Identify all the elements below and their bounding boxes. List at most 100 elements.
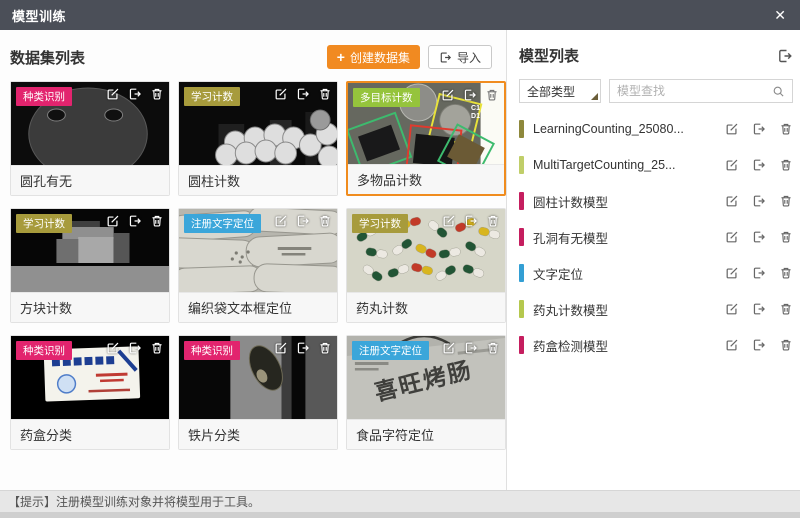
edit-icon[interactable] (106, 214, 120, 228)
dataset-thumbnail: 多目标计数 C1 D1 (348, 83, 504, 164)
dataset-title: 编织袋文本框定位 (179, 292, 337, 322)
dataset-panel-title: 数据集列表 (10, 47, 85, 68)
model-type-filter[interactable]: 全部类型 (519, 79, 601, 103)
dataset-type-badge: 种类识别 (16, 87, 72, 106)
model-list-item[interactable]: 文字定位 (519, 255, 793, 291)
delete-icon[interactable] (779, 302, 793, 316)
model-list-item[interactable]: LearningCounting_25080... (519, 111, 793, 147)
delete-icon[interactable] (485, 88, 499, 102)
model-color-bar (519, 228, 524, 246)
model-color-bar (519, 192, 524, 210)
delete-icon[interactable] (779, 122, 793, 136)
dataset-type-badge: 学习计数 (16, 214, 72, 233)
content-area: 数据集列表 + 创建数据集 导入 (0, 30, 800, 490)
delete-icon[interactable] (779, 338, 793, 352)
edit-icon[interactable] (442, 341, 456, 355)
model-name: 文字定位 (533, 264, 716, 283)
close-icon[interactable]: ✕ (774, 8, 786, 22)
hint-text: 【提示】注册模型训练对象并将模型用于工具。 (8, 493, 260, 510)
edit-icon[interactable] (441, 88, 455, 102)
delete-icon[interactable] (318, 214, 332, 228)
edit-icon[interactable] (106, 87, 120, 101)
export-icon[interactable] (752, 338, 766, 352)
export-icon[interactable] (128, 214, 142, 228)
edit-icon[interactable] (725, 158, 739, 172)
export-icon[interactable] (463, 88, 477, 102)
dataset-title: 圆柱计数 (179, 165, 337, 195)
export-icon[interactable] (296, 341, 310, 355)
delete-icon[interactable] (779, 158, 793, 172)
delete-icon[interactable] (779, 266, 793, 280)
delete-icon[interactable] (486, 341, 500, 355)
dataset-card[interactable]: 种类识别 圆孔有无 (10, 81, 170, 196)
dataset-title: 多物品计数 (348, 164, 504, 194)
model-list-item[interactable]: 药丸计数模型 (519, 291, 793, 327)
dataset-type-badge: 注册文字定位 (184, 214, 261, 233)
edit-icon[interactable] (725, 302, 739, 316)
edit-icon[interactable] (725, 122, 739, 136)
model-list-item[interactable]: 圆柱计数模型 (519, 183, 793, 219)
delete-icon[interactable] (150, 87, 164, 101)
edit-icon[interactable] (106, 341, 120, 355)
export-icon[interactable] (464, 341, 478, 355)
export-icon[interactable] (128, 341, 142, 355)
search-icon (772, 85, 785, 98)
delete-icon[interactable] (318, 341, 332, 355)
dataset-title: 药盒分类 (11, 419, 169, 449)
delete-icon[interactable] (150, 214, 164, 228)
export-icon[interactable] (464, 214, 478, 228)
export-icon[interactable] (752, 302, 766, 316)
edit-icon[interactable] (442, 214, 456, 228)
dataset-card[interactable]: 种类识别 铁片分类 (178, 335, 338, 450)
dataset-title: 食品字符定位 (347, 419, 505, 449)
export-icon[interactable] (752, 122, 766, 136)
export-icon[interactable] (128, 87, 142, 101)
edit-icon[interactable] (274, 341, 288, 355)
dataset-card[interactable]: 喜旺烤肠 注册文字定位 食品字符定位 (346, 335, 506, 450)
delete-icon[interactable] (779, 230, 793, 244)
edit-icon[interactable] (274, 214, 288, 228)
delete-icon[interactable] (779, 194, 793, 208)
delete-icon[interactable] (150, 341, 164, 355)
delete-icon[interactable] (318, 87, 332, 101)
delete-icon[interactable] (486, 214, 500, 228)
dataset-card[interactable]: 注册文字定位 编织袋文本框定位 (178, 208, 338, 323)
dataset-thumbnail: 学习计数 (11, 209, 169, 292)
dataset-card[interactable]: 学习计数 药丸计数 (346, 208, 506, 323)
model-panel: 模型列表 全部类型 LearningCounting_25080... (506, 30, 800, 490)
dataset-type-badge: 学习计数 (184, 87, 240, 106)
export-icon[interactable] (752, 266, 766, 280)
model-name: MultiTargetCounting_25... (533, 158, 716, 172)
model-export-icon[interactable] (777, 48, 793, 64)
model-name: LearningCounting_25080... (533, 122, 716, 136)
dataset-card[interactable]: 种类识别 药盒分类 (10, 335, 170, 450)
model-color-bar (519, 120, 524, 138)
plus-icon: + (337, 50, 345, 64)
export-icon[interactable] (752, 230, 766, 244)
dataset-thumbnail: 学习计数 (347, 209, 505, 292)
import-button[interactable]: 导入 (428, 45, 492, 69)
model-type-filter-value: 全部类型 (527, 83, 575, 100)
dataset-card[interactable]: 学习计数 方块计数 (10, 208, 170, 323)
model-search-input[interactable] (617, 84, 772, 98)
edit-icon[interactable] (274, 87, 288, 101)
model-list-item[interactable]: 药盒检测模型 (519, 327, 793, 363)
create-dataset-button[interactable]: + 创建数据集 (327, 45, 420, 69)
dataset-thumbnail: 种类识别 (11, 82, 169, 165)
model-list-item[interactable]: 孔洞有无模型 (519, 219, 793, 255)
export-icon[interactable] (752, 158, 766, 172)
export-icon[interactable] (296, 214, 310, 228)
thumbnail-annotation: C1 D1 (471, 105, 480, 121)
export-icon[interactable] (296, 87, 310, 101)
model-color-bar (519, 300, 524, 318)
export-icon[interactable] (752, 194, 766, 208)
dataset-card[interactable]: 学习计数 圆柱计数 (178, 81, 338, 196)
dataset-card[interactable]: 多目标计数 C1 D1 多物品计数 (346, 81, 506, 196)
window-title: 模型训练 (12, 6, 66, 25)
edit-icon[interactable] (725, 266, 739, 280)
edit-icon[interactable] (725, 230, 739, 244)
edit-icon[interactable] (725, 194, 739, 208)
model-list-item[interactable]: MultiTargetCounting_25... (519, 147, 793, 183)
dataset-thumbnail: 学习计数 (179, 82, 337, 165)
edit-icon[interactable] (725, 338, 739, 352)
